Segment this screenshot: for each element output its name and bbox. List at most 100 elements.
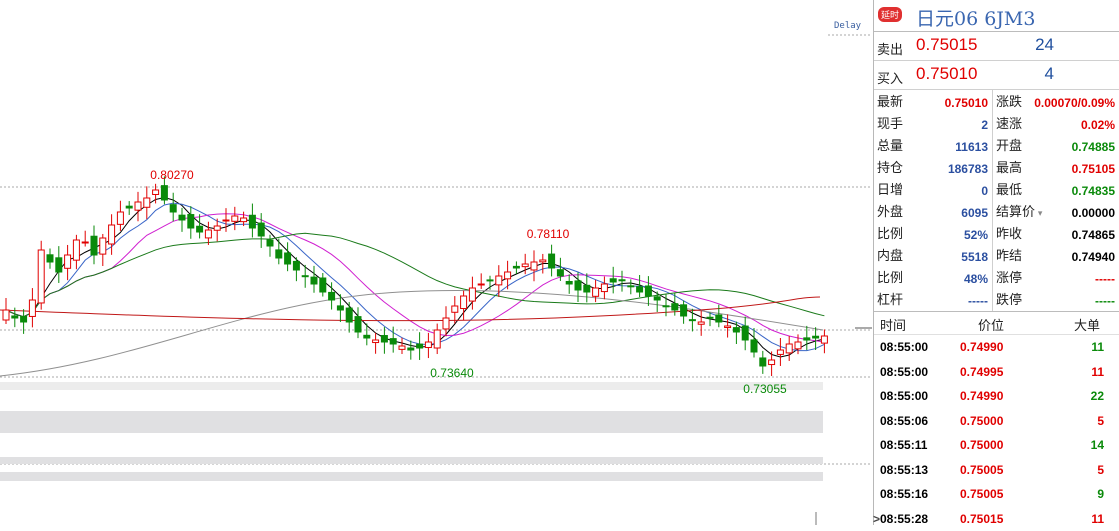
trade-row: 08:55:000.7499022: [874, 384, 1119, 409]
ma120-line: [0, 291, 823, 376]
candle-body: [38, 250, 44, 303]
trade-time: 08:55:13: [880, 463, 928, 477]
candle-body: [549, 254, 555, 268]
quote-header: 延时 日元06 6JM3: [874, 0, 1119, 32]
stat-cell: 杠杆-----: [874, 290, 992, 312]
trade-price: 0.75015: [960, 512, 1003, 526]
candle-body: [117, 212, 123, 224]
candle-body: [285, 253, 291, 264]
stat-cell: 昨收0.74865: [993, 224, 1119, 246]
stat-cell: 内盘5518: [874, 246, 992, 268]
ask-label: 卖出: [877, 39, 903, 58]
stat-value: 48%: [964, 268, 988, 290]
trade-volume: 11: [1091, 340, 1104, 354]
candle-body: [170, 205, 176, 212]
candle-body: [452, 306, 458, 312]
candle-body: [329, 292, 335, 300]
candle-body: [522, 264, 528, 267]
candle-body: [689, 320, 695, 321]
trades-header-time: 时间: [880, 315, 906, 334]
stat-label: 最高: [996, 158, 1022, 180]
candle-body: [241, 218, 247, 222]
trade-row: >08:55:280.7501511: [874, 507, 1119, 531]
candle-body: [232, 216, 238, 221]
stat-label: 涨停: [996, 268, 1022, 290]
candle-body: [593, 288, 599, 296]
bid-price: 0.75010: [916, 64, 977, 84]
trade-volume: 11: [1091, 512, 1104, 526]
candle-body: [188, 215, 194, 228]
trade-time: 08:55:00: [880, 389, 928, 403]
stats-grid: 最新0.75010涨跌0.00070/0.09%现手2速涨0.02%总量1161…: [874, 90, 1119, 312]
candle-body: [821, 336, 827, 343]
stat-value: 0.74865: [1072, 224, 1115, 246]
high-label-1: 0.80270: [150, 168, 194, 182]
candle-body: [311, 277, 317, 284]
stat-label: 日增: [877, 180, 903, 202]
candle-body: [399, 346, 405, 349]
candle-body: [628, 286, 634, 287]
stat-label: 昨结: [996, 246, 1022, 268]
indicator-band-3: [0, 457, 823, 464]
candle-body: [681, 305, 687, 316]
candle-body: [390, 339, 396, 344]
candle-body: [540, 260, 546, 262]
stat-value: 2: [981, 114, 988, 136]
candle-body: [29, 300, 35, 316]
current-row-arrow-icon: >: [873, 512, 880, 526]
stat-label: 开盘: [996, 136, 1022, 158]
stat-value: 0.74835: [1072, 180, 1115, 202]
ask-price: 0.75015: [916, 35, 977, 55]
candle-body: [637, 287, 643, 292]
delay-label: Delay: [834, 21, 861, 31]
candle-body: [381, 336, 387, 342]
stat-cell: 最低0.74835: [993, 180, 1119, 202]
candle-body: [276, 250, 282, 258]
candle-body: [153, 190, 159, 194]
stat-value: 0.02%: [1081, 114, 1115, 136]
indicator-band-2: [0, 411, 823, 433]
chevron-down-icon[interactable]: ▾: [1035, 209, 1042, 219]
candle-body: [478, 284, 484, 285]
stat-label: 内盘: [877, 246, 903, 268]
stat-label: 总量: [877, 136, 903, 158]
bid-label: 买入: [877, 68, 903, 87]
candle-body: [786, 344, 792, 353]
candle-body: [804, 338, 810, 340]
high-label-2: 0.78110: [527, 227, 570, 241]
trade-row: 08:55:130.750055: [874, 458, 1119, 483]
candle-body: [12, 316, 18, 318]
candle-body: [320, 278, 326, 292]
candlestick-chart-area[interactable]: 0.80270 0.78110 0.73640 0.73055 Delay: [0, 0, 872, 525]
candlestick-chart[interactable]: 0.80270 0.78110 0.73640 0.73055: [0, 0, 872, 525]
low-label-2: 0.73055: [743, 382, 787, 396]
stat-cell: 总量 11613: [874, 136, 992, 158]
candle-body: [56, 258, 62, 272]
trades-list[interactable]: 08:55:000.749901108:55:000.749951108:55:…: [874, 335, 1119, 531]
stat-value: 0.00070/0.09%: [1034, 92, 1115, 114]
candle-body: [716, 315, 722, 322]
stat-label: 外盘: [877, 202, 903, 224]
candle-body: [197, 226, 203, 232]
candle-body: [566, 281, 572, 284]
indicator-band-1: [0, 382, 823, 390]
stat-value: 0: [981, 180, 988, 202]
stat-value: 52%: [964, 224, 988, 246]
trade-row: 08:55:060.750005: [874, 409, 1119, 434]
candle-body: [293, 261, 299, 270]
candle-body: [601, 284, 607, 292]
candle-body: [584, 285, 590, 292]
candle-body: [434, 330, 440, 348]
stat-value: 0.74885: [1072, 136, 1115, 158]
stat-value: 186783: [948, 158, 988, 180]
trade-time: 08:55:11: [880, 438, 927, 452]
candle-body: [469, 288, 475, 301]
stat-cell: 最新0.75010: [874, 92, 992, 114]
trade-price: 0.74995: [960, 365, 1003, 379]
trade-volume: 14: [1091, 438, 1104, 452]
low-label-1: 0.73640: [430, 366, 474, 380]
candle-body: [557, 270, 563, 276]
candle-body: [443, 318, 449, 329]
trades-header-price: 价位: [978, 315, 1004, 334]
stat-value: 11613: [955, 136, 988, 158]
